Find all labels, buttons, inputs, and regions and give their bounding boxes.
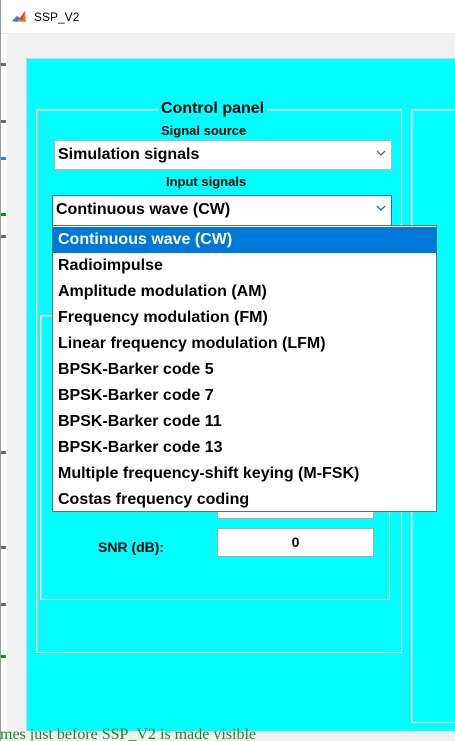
input-signals-options-list: Continuous wave (CW) Radioimpulse Amplit… [52, 225, 437, 512]
signal-source-value: Simulation signals [58, 146, 200, 163]
matlab-figure-icon [12, 11, 26, 22]
signal-source-dropdown[interactable]: Simulation signals [54, 140, 392, 170]
snr-label: SNR (dB): [98, 539, 165, 555]
option-cw[interactable]: Continuous wave (CW) [53, 227, 436, 253]
option-mfsk[interactable]: Multiple frequency-shift keying (M-FSK) [53, 461, 436, 487]
option-am[interactable]: Amplitude modulation (AM) [53, 279, 436, 305]
snr-input[interactable]: 0 [217, 528, 374, 557]
option-barker-7[interactable]: BPSK-Barker code 7 [53, 383, 436, 409]
window-title: SSP_V2 [34, 10, 80, 24]
input-signals-dropdown[interactable]: Continuous wave (CW) [52, 195, 392, 226]
option-lfm[interactable]: Linear frequency modulation (LFM) [53, 331, 436, 357]
figure-window: SSP_V2 Control panel Signal source Simul… [0, 0, 455, 741]
input-signals-value: Continuous wave (CW) [56, 201, 231, 218]
background-console-text: mes just before SSP_V2 is made visible [0, 728, 256, 741]
input-signals-label: Input signals [166, 174, 247, 189]
option-fm[interactable]: Frequency modulation (FM) [53, 305, 436, 331]
chevron-down-icon [376, 205, 386, 211]
chevron-down-icon [376, 150, 386, 156]
control-panel-title: Control panel [158, 100, 268, 118]
title-bar[interactable]: SSP_V2 [1, 0, 455, 34]
option-costas[interactable]: Costas frequency coding [53, 487, 436, 513]
signal-source-label: Signal source [161, 123, 247, 138]
option-barker-13[interactable]: BPSK-Barker code 13 [53, 435, 436, 461]
option-radioimpulse[interactable]: Radioimpulse [53, 253, 436, 279]
option-barker-5[interactable]: BPSK-Barker code 5 [53, 357, 436, 383]
option-barker-11[interactable]: BPSK-Barker code 11 [53, 409, 436, 435]
